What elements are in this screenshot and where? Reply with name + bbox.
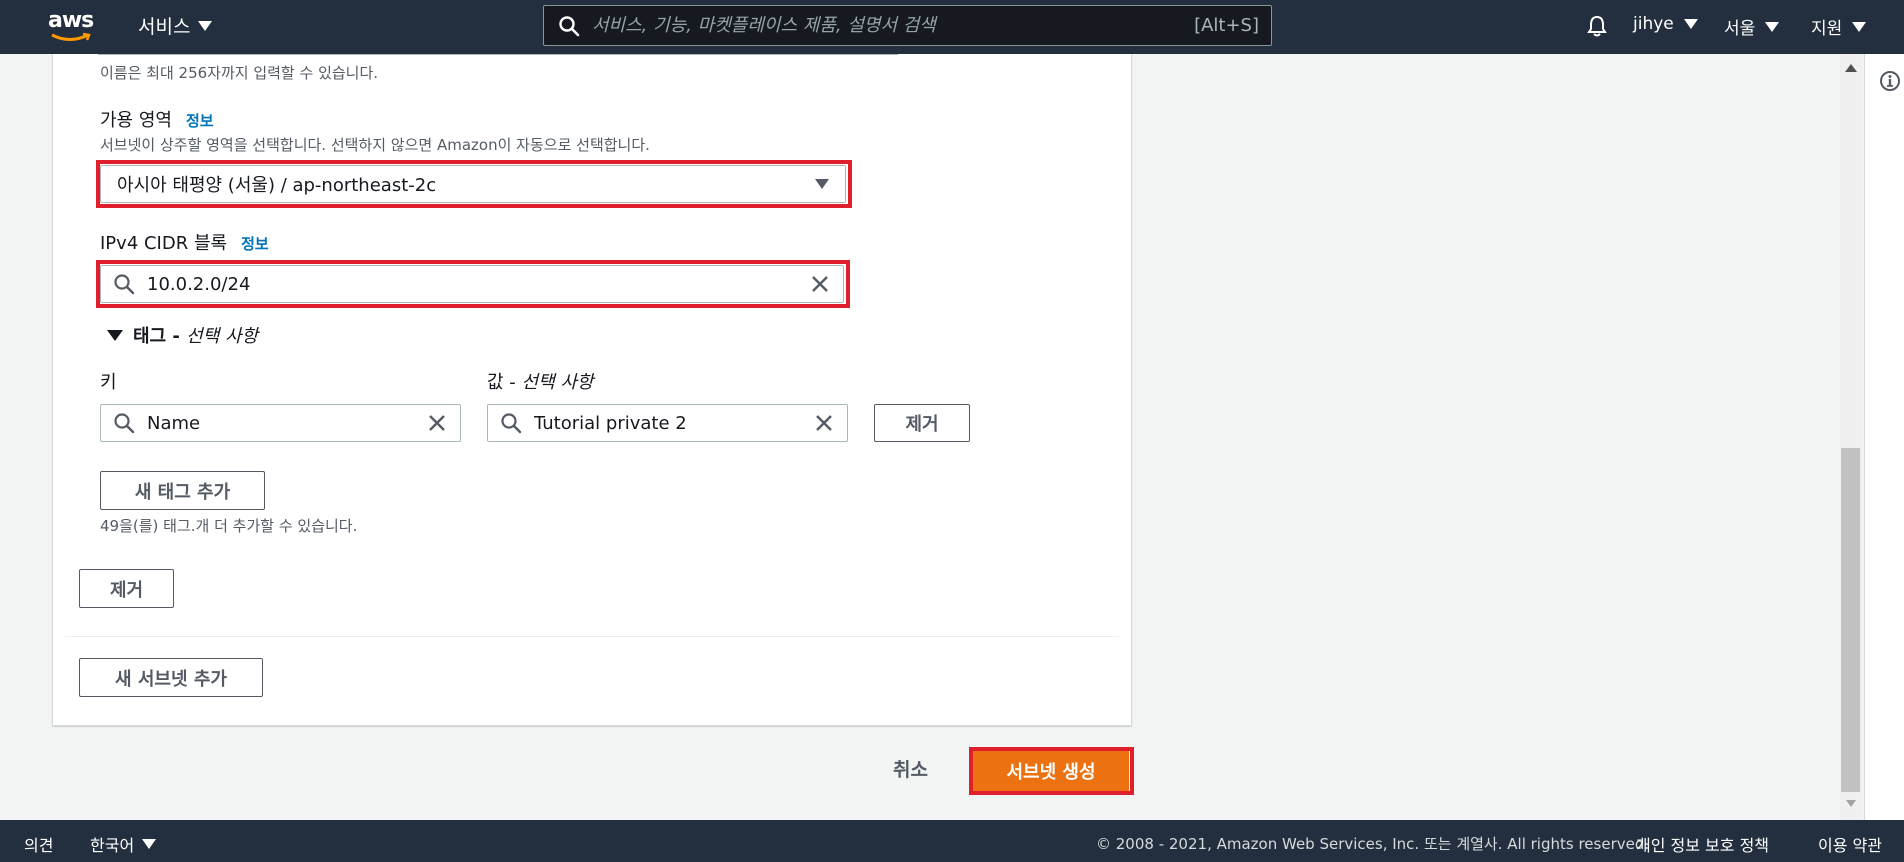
services-label: 서비스 bbox=[138, 16, 191, 38]
tag-limit-hint: 49을(를) 태그.개 더 추가할 수 있습니다. bbox=[100, 517, 358, 535]
search-icon bbox=[559, 15, 580, 36]
support-label: 지원 bbox=[1811, 19, 1843, 39]
copyright-text: © 2008 - 2021, Amazon Web Services, Inc.… bbox=[1096, 835, 1650, 853]
value-optional: 선택 사항 bbox=[521, 372, 594, 393]
az-label: 가용 영역 bbox=[100, 110, 172, 131]
search-shortcut: [Alt+S] bbox=[1194, 15, 1259, 36]
tag-value-input[interactable] bbox=[534, 412, 813, 434]
add-subnet-button[interactable]: 새 서브넷 추가 bbox=[79, 658, 263, 697]
tags-title: 태그 - 선택 사항 bbox=[133, 322, 258, 348]
tags-title-text: 태그 - bbox=[133, 326, 180, 347]
global-search[interactable]: [Alt+S] bbox=[543, 5, 1272, 46]
caret-down-icon bbox=[1765, 21, 1780, 32]
search-input[interactable] bbox=[592, 15, 1195, 36]
tags-optional: 선택 사항 bbox=[186, 326, 259, 347]
tag-key-input[interactable] bbox=[147, 412, 426, 434]
az-hint: 서브넷이 상주할 영역을 선택합니다. 선택하지 않으면 Amazon이 자동으… bbox=[100, 136, 650, 154]
az-label-row: 가용 영역 정보 bbox=[100, 106, 214, 132]
scroll-down-arrow[interactable] bbox=[1846, 800, 1856, 807]
close-icon[interactable] bbox=[813, 412, 835, 434]
page-footer: 의견 한국어 © 2008 - 2021, Amazon Web Service… bbox=[0, 820, 1904, 862]
bell-icon[interactable] bbox=[1586, 14, 1608, 38]
create-highlight-frame bbox=[969, 747, 1134, 795]
cidr-highlight-frame bbox=[96, 260, 850, 308]
cidr-label: IPv4 CIDR 블록 bbox=[100, 233, 228, 254]
tag-value-input-box[interactable] bbox=[487, 404, 848, 442]
caret-down-icon bbox=[1683, 19, 1698, 29]
add-tag-button[interactable]: 새 태그 추가 bbox=[100, 471, 265, 510]
close-icon[interactable] bbox=[426, 412, 448, 434]
key-label: 키 bbox=[100, 372, 117, 393]
search-icon bbox=[114, 413, 135, 434]
services-menu[interactable]: 서비스 bbox=[138, 12, 213, 39]
caret-down-icon bbox=[1852, 21, 1867, 32]
aws-smile-icon bbox=[51, 32, 91, 41]
support-menu[interactable]: 지원 bbox=[1811, 14, 1867, 39]
privacy-policy-link[interactable]: 개인 정보 보호 정책 bbox=[1636, 832, 1769, 856]
aws-logo-text: aws bbox=[48, 8, 94, 33]
az-info-link[interactable]: 정보 bbox=[186, 112, 214, 130]
az-highlight-frame bbox=[96, 160, 852, 208]
help-panel-rail bbox=[1864, 54, 1904, 820]
caret-down-icon bbox=[107, 329, 123, 341]
language-selector[interactable]: 한국어 bbox=[90, 832, 157, 856]
tags-section-toggle[interactable]: 태그 - 선택 사항 bbox=[107, 322, 258, 348]
terms-link[interactable]: 이용 약관 bbox=[1818, 832, 1882, 856]
remove-tag-button[interactable]: 제거 bbox=[874, 404, 970, 442]
user-menu[interactable]: jihye bbox=[1633, 14, 1698, 34]
value-label: 값 - bbox=[487, 372, 516, 393]
remove-subnet-button[interactable]: 제거 bbox=[79, 569, 174, 608]
name-input-bottom-edge bbox=[98, 54, 898, 55]
aws-logo[interactable]: aws bbox=[48, 8, 94, 44]
region-name: 서울 bbox=[1724, 19, 1756, 39]
tag-key-input-box[interactable] bbox=[100, 404, 461, 442]
region-menu[interactable]: 서울 bbox=[1724, 14, 1780, 39]
scroll-up-arrow[interactable] bbox=[1845, 64, 1857, 72]
user-name: jihye bbox=[1633, 14, 1674, 34]
section-divider bbox=[65, 636, 1119, 637]
subnet-settings-card: 이름은 최대 256자까지 입력할 수 있습니다. 가용 영역 정보 서브넷이 상… bbox=[52, 54, 1132, 726]
scroll-thumb[interactable] bbox=[1841, 448, 1860, 792]
cancel-button[interactable]: 취소 bbox=[893, 755, 928, 782]
caret-down-icon bbox=[198, 20, 213, 31]
info-icon[interactable] bbox=[1879, 70, 1901, 92]
name-hint: 이름은 최대 256자까지 입력할 수 있습니다. bbox=[100, 64, 379, 82]
top-navigation: aws 서비스 [Alt+S] jihye 서울 지원 bbox=[0, 0, 1904, 54]
search-icon bbox=[501, 413, 522, 434]
cidr-info-link[interactable]: 정보 bbox=[241, 235, 269, 253]
caret-down-icon bbox=[142, 839, 157, 849]
cidr-label-row: IPv4 CIDR 블록 정보 bbox=[100, 229, 269, 255]
feedback-link[interactable]: 의견 bbox=[24, 832, 53, 856]
value-label-row: 값 - 선택 사항 bbox=[487, 368, 593, 394]
language-label: 한국어 bbox=[90, 836, 135, 855]
